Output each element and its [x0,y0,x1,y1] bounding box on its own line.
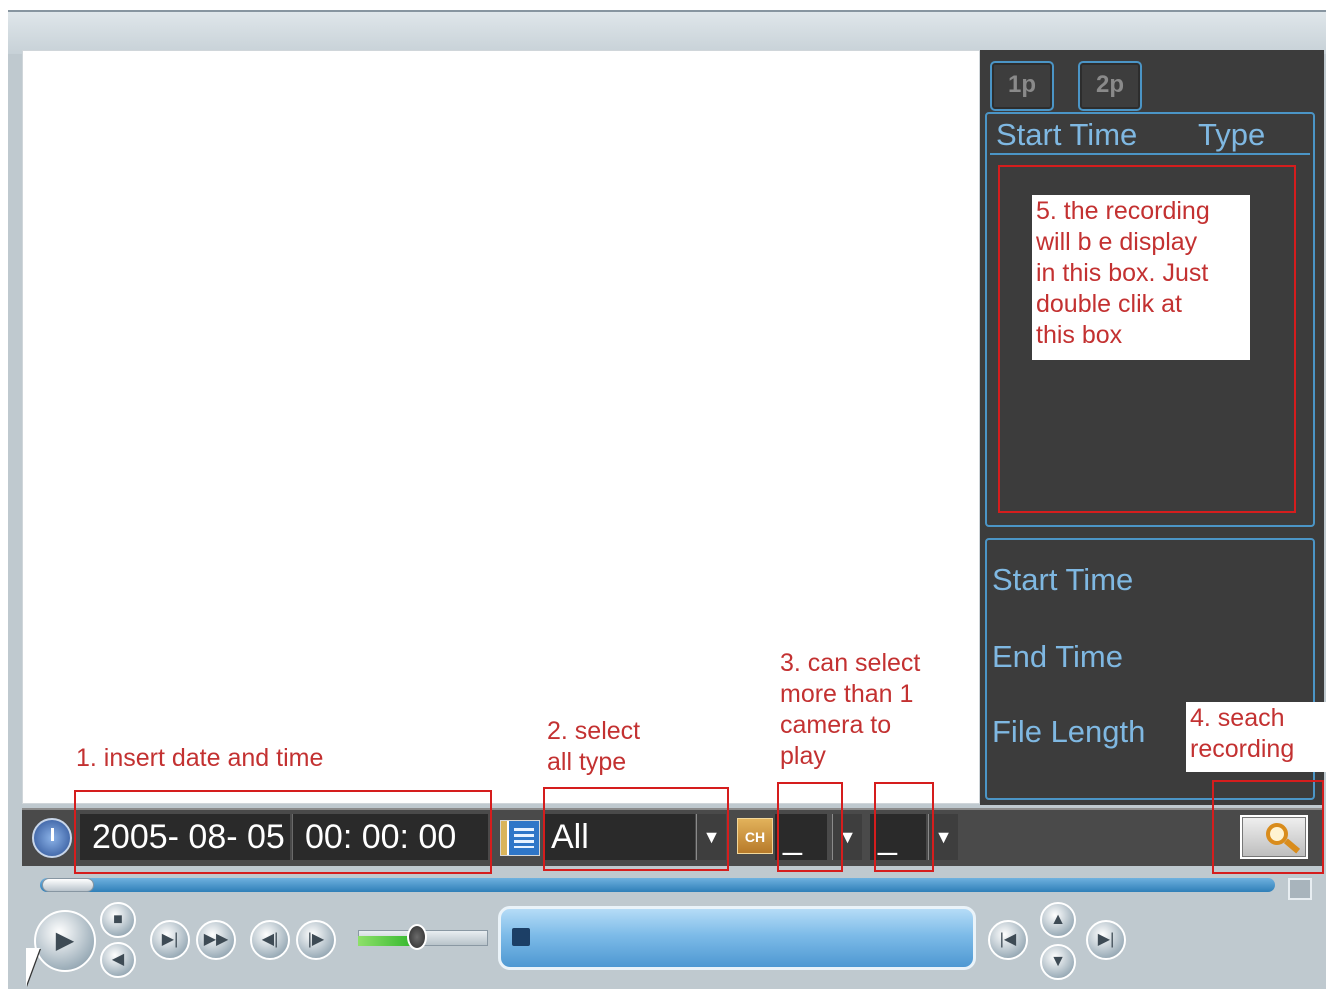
channel-icon: CH [737,818,773,854]
fast-forward-icon[interactable]: ▶▶ [196,920,236,960]
annotation-step3: 3. can select more than 1 camera to play [780,649,921,770]
annotation-step1: 1. insert date and time [76,744,324,772]
annotation-step5: 5. the recording will b e display in thi… [1032,195,1250,360]
playback-status-display [498,906,976,970]
page-1p-button[interactable]: 1p [990,61,1054,111]
volume-knob[interactable] [407,924,427,950]
annotation-box-4 [1212,780,1324,874]
playback-progress-track[interactable] [40,878,1275,892]
play-icon[interactable]: ▶ [34,910,96,972]
skip-end-icon[interactable]: ▶| [1086,920,1126,960]
next-file-icon[interactable]: ▼ [1040,944,1076,980]
skip-start-icon[interactable]: |◀ [988,920,1028,960]
slow-play-icon[interactable]: ▶| [150,920,190,960]
prev-file-icon[interactable]: ▲ [1040,902,1076,938]
info-start-time: Start Time [992,562,1134,597]
clock-icon[interactable] [32,818,72,858]
annotation-box-3a [777,782,843,872]
mouse-cursor-icon [26,948,40,986]
annotation-box-2 [543,787,729,871]
annotation-box-1 [74,790,492,874]
stop-status-icon [512,928,530,946]
header-type: Type [1198,117,1266,152]
playback-progress-thumb[interactable] [42,878,94,892]
annotation-box-3b [874,782,934,872]
fullscreen-icon[interactable] [1288,878,1312,900]
title-bar [8,10,1326,54]
info-file-length: File Length [992,714,1146,749]
step-back-icon[interactable]: ◀ [100,942,136,978]
list-icon [500,820,540,856]
prev-frame-icon[interactable]: ◀| [250,920,290,960]
info-end-time: End Time [992,639,1123,674]
annotation-step4: 4. seach recording [1186,702,1326,772]
page-2p-button[interactable]: 2p [1078,61,1142,111]
header-start-time: Start Time [996,117,1138,152]
annotation-step2: 2. select all type [547,717,641,776]
stop-icon[interactable]: ■ [100,902,136,938]
next-frame-icon[interactable]: |▶ [296,920,336,960]
